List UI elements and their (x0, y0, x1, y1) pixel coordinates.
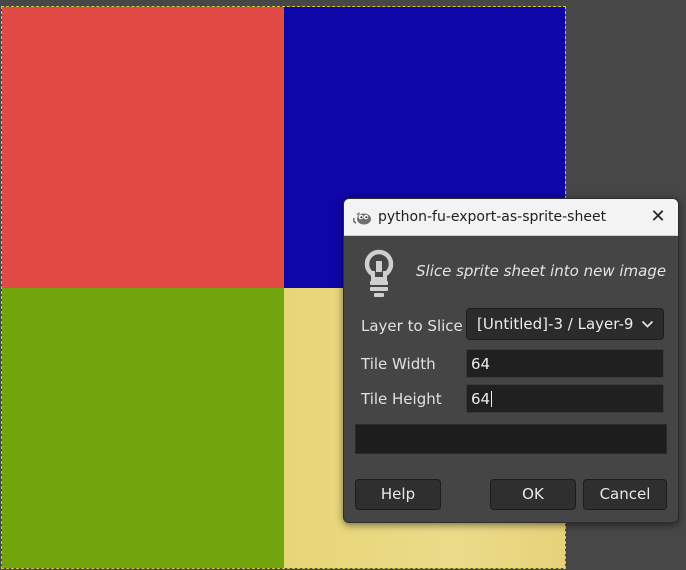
tile-height-label: Tile Height (361, 390, 442, 408)
close-button[interactable]: ✕ (644, 203, 672, 231)
canvas-quadrant-green (2, 288, 284, 568)
gimp-icon (353, 212, 371, 225)
dialog-titlebar[interactable]: python-fu-export-as-sprite-sheet ✕ (344, 199, 678, 236)
cancel-button[interactable]: Cancel (583, 479, 667, 510)
layer-to-slice-label: Layer to Slice (361, 317, 463, 335)
help-button[interactable]: Help (355, 479, 441, 510)
text-caret (491, 391, 493, 407)
layer-to-slice-value: [Untitled]-3 / Layer-9 (477, 315, 634, 333)
chevron-down-icon (641, 320, 654, 328)
close-icon: ✕ (650, 206, 666, 227)
dialog-hint: Slice sprite sheet into new image (416, 262, 667, 280)
tile-height-input[interactable]: 64 (466, 384, 664, 413)
tile-height-value: 64 (471, 390, 491, 408)
tile-width-label: Tile Width (361, 355, 436, 373)
tile-width-input[interactable]: 64 (466, 349, 664, 378)
progress-bar (355, 424, 667, 454)
layer-to-slice-dropdown[interactable]: [Untitled]-3 / Layer-9 (466, 308, 664, 340)
dialog-title: python-fu-export-as-sprite-sheet (378, 209, 607, 225)
tile-width-value: 64 (471, 355, 491, 373)
ok-button[interactable]: OK (490, 479, 576, 510)
lightbulb-icon (364, 249, 394, 297)
export-sprite-sheet-dialog: python-fu-export-as-sprite-sheet ✕ Slice… (343, 198, 679, 523)
canvas-quadrant-red (2, 7, 284, 288)
